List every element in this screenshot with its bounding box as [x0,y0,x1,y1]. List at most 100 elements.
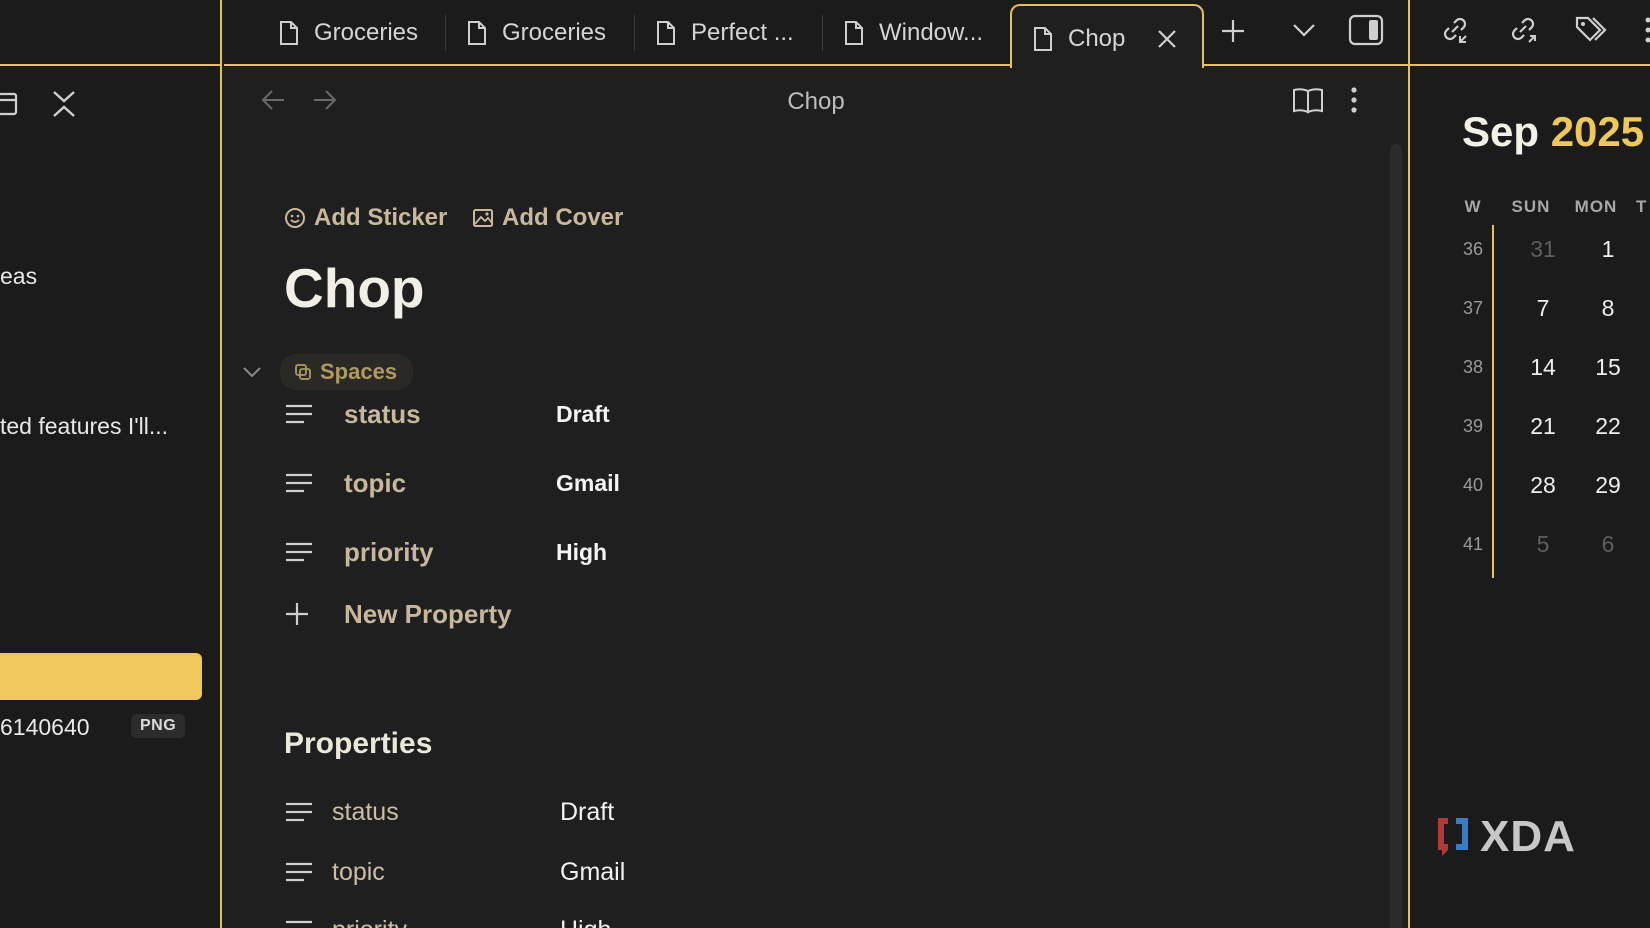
outgoing-links-icon[interactable] [1506,12,1540,51]
spaces-chip[interactable]: Spaces [280,354,414,390]
plain-property-key: status [332,797,399,826]
calendar-header-week: W [1464,197,1482,216]
plain-property-key: topic [332,857,385,886]
week-divider [1492,225,1494,578]
calendar-month: Sep [1462,108,1540,155]
property-row-status[interactable]: status Draft [284,394,610,434]
properties-heading: Properties [284,727,433,760]
property-key: priority [344,536,434,567]
property-value[interactable]: High [556,539,607,566]
calendar-header-sun: SUN [1511,197,1551,216]
property-value[interactable]: Gmail [556,470,620,497]
week-number[interactable]: 38 [1460,357,1486,378]
layout-icon[interactable] [0,88,20,125]
collapse-all-icon[interactable] [50,88,78,125]
plain-property-row-status[interactable]: status Draft [284,792,614,832]
calendar-header-tue: T [1636,197,1648,216]
plain-property-value[interactable]: Draft [560,798,614,827]
calendar-day[interactable]: 14 [1523,354,1563,381]
plain-property-value[interactable]: Gmail [560,858,625,887]
tags-icon[interactable] [1574,14,1608,49]
chevron-down-icon[interactable] [242,365,262,379]
file-list-item-selected[interactable] [0,653,202,700]
left-sidebar-header [0,0,222,66]
text-lines-icon [286,473,312,493]
plain-property-value[interactable]: High [560,916,611,928]
add-cover-button[interactable]: Add Cover [472,204,623,232]
calendar-day[interactable]: 21 [1523,413,1563,440]
calendar-title[interactable]: Sep 2025 [1462,108,1644,156]
add-cover-label: Add Cover [502,204,624,231]
tab-label: Groceries [502,19,607,46]
file-list-item-ideas[interactable]: eas [0,263,37,290]
calendar-day[interactable]: 22 [1588,413,1628,440]
file-type-badge: PNG [131,714,186,738]
image-icon [473,209,493,227]
toggle-sidebar-icon[interactable] [1348,14,1384,51]
week-number[interactable]: 40 [1460,475,1486,496]
plus-icon [286,603,308,625]
tab-perfect[interactable]: Perfect ... [601,0,794,66]
week-number[interactable]: 41 [1460,534,1486,555]
plain-property-row-priority[interactable]: priority High [284,910,611,928]
more-options-icon[interactable] [1349,86,1359,119]
xda-text: XDA [1480,812,1576,861]
text-lines-icon [286,404,312,424]
week-number[interactable]: 39 [1460,416,1486,437]
property-row-priority[interactable]: priority High [284,532,607,572]
calendar-header-mon: MON [1574,197,1618,216]
editor-view: Chop Add Sticker Add Cover Chop Spaces s… [224,68,1408,928]
calendar-year: 2025 [1550,108,1645,155]
calendar-day[interactable]: 8 [1588,295,1628,322]
calendar-day[interactable]: 28 [1523,472,1563,499]
calendar-day[interactable]: 7 [1523,295,1563,322]
calendar-day[interactable]: 15 [1588,354,1628,381]
calendar-day[interactable]: 1 [1588,236,1628,263]
new-property-label: New Property [344,598,512,629]
text-lines-icon [286,802,312,822]
calendar-day[interactable]: 5 [1523,531,1563,558]
file-icon [845,21,863,45]
new-tab-icon[interactable] [1220,18,1246,49]
tab-window[interactable]: Window... [789,0,983,66]
file-list-item-image[interactable]: 6140640 [0,714,90,741]
right-sidebar: Sep 2025 W SUN MON T 3631123778938141516… [1408,0,1650,928]
document-title[interactable]: Chop [284,256,425,320]
text-lines-icon [286,862,312,882]
view-header-title[interactable]: Chop [224,88,1408,116]
close-icon[interactable] [1157,29,1177,49]
calendar-day[interactable]: 31 [1523,236,1563,263]
text-lines-icon [286,920,312,924]
more-options-icon[interactable] [1644,16,1650,49]
left-sidebar: eas ted features I'll... 6140640 PNG [0,0,222,928]
tab-bar: Groceries Groceries Perfect ... Window..… [224,0,1408,72]
plain-property-row-topic[interactable]: topic Gmail [284,852,625,892]
chevron-down-icon[interactable] [1292,22,1316,43]
reading-view-icon[interactable] [1292,86,1324,119]
add-sticker-label: Add Sticker [314,204,448,231]
tab-chop[interactable]: Chop [1010,4,1204,72]
file-list-item-features[interactable]: ted features I'll... [0,413,168,440]
text-lines-icon [286,542,312,562]
week-number[interactable]: 37 [1460,298,1486,319]
scrollbar[interactable] [1390,144,1402,928]
calendar-day[interactable]: 6 [1588,531,1628,558]
backlinks-icon[interactable] [1438,12,1472,51]
calendar-day[interactable]: 29 [1588,472,1628,499]
file-icon [280,21,298,45]
tab-label: Groceries [314,19,419,46]
add-sticker-button[interactable]: Add Sticker [284,204,447,232]
property-row-topic[interactable]: topic Gmail [284,463,620,503]
xda-watermark: XDA [1434,812,1576,862]
week-number[interactable]: 36 [1460,239,1486,260]
tab-groceries-1[interactable]: Groceries [224,0,418,66]
property-key: status [344,398,421,429]
property-value[interactable]: Draft [556,401,610,428]
tab-label: Chop [1068,25,1126,52]
new-property-button[interactable]: New Property [284,599,512,629]
spaces-label: Spaces [320,359,398,384]
tab-groceries-2[interactable]: Groceries [412,0,606,66]
tab-label: Window... [879,19,984,46]
spaces-icon [295,364,311,380]
file-icon [468,21,486,45]
